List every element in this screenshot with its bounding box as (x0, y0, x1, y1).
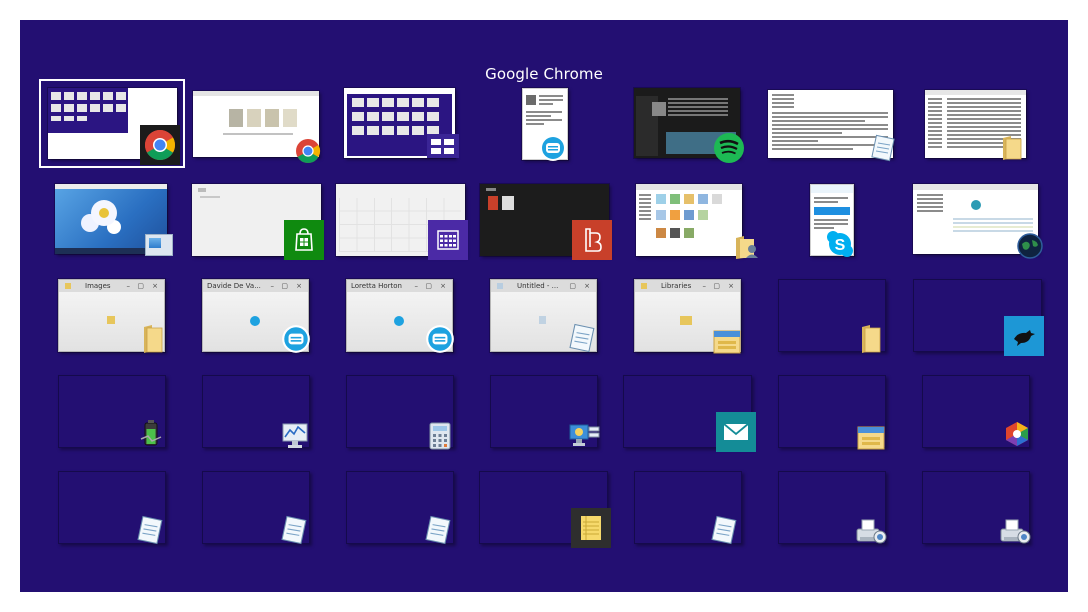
file-explorer-icon (854, 419, 888, 453)
folder-icon (138, 321, 168, 355)
chrome-icon (292, 135, 324, 167)
window-tile-notepad-3[interactable] (346, 471, 461, 551)
window-title-libraries: Libraries (661, 282, 692, 290)
window-tile-images[interactable]: Images – ▢ × (58, 279, 168, 355)
window-tile-resource-monitor[interactable] (202, 375, 317, 455)
messenger-icon (280, 323, 312, 355)
colorful-app-icon (1002, 419, 1032, 449)
sticky-notes-icon (571, 508, 611, 548)
fax-scan-icon (998, 517, 1032, 547)
window-tile-store[interactable] (192, 184, 332, 260)
store-icon (284, 220, 324, 260)
window-tile-fax-1[interactable] (778, 471, 893, 551)
desktop-icon (145, 234, 173, 256)
notepad-icon (870, 134, 898, 162)
window-tile-remote-desktop[interactable] (490, 375, 630, 455)
spotify-icon (713, 132, 745, 164)
window-tile-bird-app[interactable] (913, 279, 1053, 359)
window-tile-notepad-text[interactable] (768, 90, 898, 162)
window-tile-desktop[interactable] (55, 184, 175, 256)
notepad-icon (136, 515, 166, 545)
file-explorer-icon (710, 323, 744, 357)
messenger-icon (424, 323, 456, 355)
skype-icon: S (824, 228, 856, 260)
window-tile-libraries[interactable]: Libraries – ▢ × (634, 279, 749, 359)
window-tile-fax-2[interactable] (922, 471, 1042, 551)
resource-monitor-icon (280, 421, 312, 451)
window-tile-notepad-4[interactable] (634, 471, 749, 551)
notepad-icon (280, 515, 310, 545)
window-tile-chat-davide[interactable]: Davide De Va... – ▢ × (202, 279, 317, 359)
notepad-icon (710, 515, 740, 545)
window-tile-mail[interactable] (623, 375, 763, 455)
bird-app-icon (1004, 316, 1044, 356)
window-tile-chat-loretta[interactable]: Loretta Horton – ▢ × (346, 279, 461, 359)
window-tile-battery[interactable] (58, 375, 173, 455)
window-tile-sticky-notes[interactable] (479, 471, 619, 551)
battery-icon (136, 417, 166, 451)
window-tile-spotify[interactable] (634, 88, 764, 163)
window-tile-chrome-web[interactable] (193, 91, 323, 164)
window-tile-reader[interactable] (480, 184, 620, 260)
window-thumbnail (636, 184, 742, 256)
mail-icon (716, 412, 756, 452)
svg-text:S: S (835, 237, 846, 254)
chrome-icon (140, 125, 180, 165)
window-tile-file-explorer[interactable] (778, 375, 893, 455)
messenger-icon (538, 133, 568, 163)
remote-desktop-icon (568, 421, 602, 451)
task-switcher: Google Chrome S Images – ▢ × Davide De V… (20, 20, 1068, 592)
window-tile-colorful-app[interactable] (922, 375, 1042, 455)
window-tile-browser-page[interactable] (913, 184, 1053, 260)
window-tile-untitled[interactable]: Untitled - ... ▢ × (490, 279, 605, 359)
globe-icon (1016, 232, 1044, 260)
window-title-davide: Davide De Va... (207, 282, 261, 290)
window-tile-chrome-selected[interactable] (39, 79, 185, 168)
window-tile-explorer-details[interactable] (925, 90, 1055, 162)
window-tile-folder[interactable] (778, 279, 893, 359)
app-switcher-icon (427, 134, 459, 158)
window-tile-calculator[interactable] (346, 375, 461, 455)
calendar-icon (428, 220, 468, 260)
window-tile-notepad-2[interactable] (202, 471, 317, 551)
window-tile-notepad-1[interactable] (58, 471, 173, 551)
contacts-folder-icon (732, 232, 760, 260)
folder-icon (997, 132, 1027, 162)
window-tile-switcher-app[interactable] (344, 88, 459, 160)
calculator-icon (428, 421, 452, 451)
fax-scan-icon (854, 517, 888, 547)
window-tile-messenger[interactable] (522, 88, 572, 163)
notepad-icon (568, 323, 598, 353)
window-tile-explorer-icons[interactable] (636, 184, 766, 260)
window-tile-calendar[interactable] (336, 184, 476, 260)
notepad-icon (424, 515, 454, 545)
reader-icon (572, 220, 612, 260)
window-title-images: Images (85, 282, 111, 290)
window-tile-skype[interactable]: S (810, 184, 870, 260)
window-title-untitled: Untitled - ... (517, 282, 559, 290)
folder-icon (856, 321, 886, 355)
window-title-loretta: Loretta Horton (351, 282, 402, 290)
